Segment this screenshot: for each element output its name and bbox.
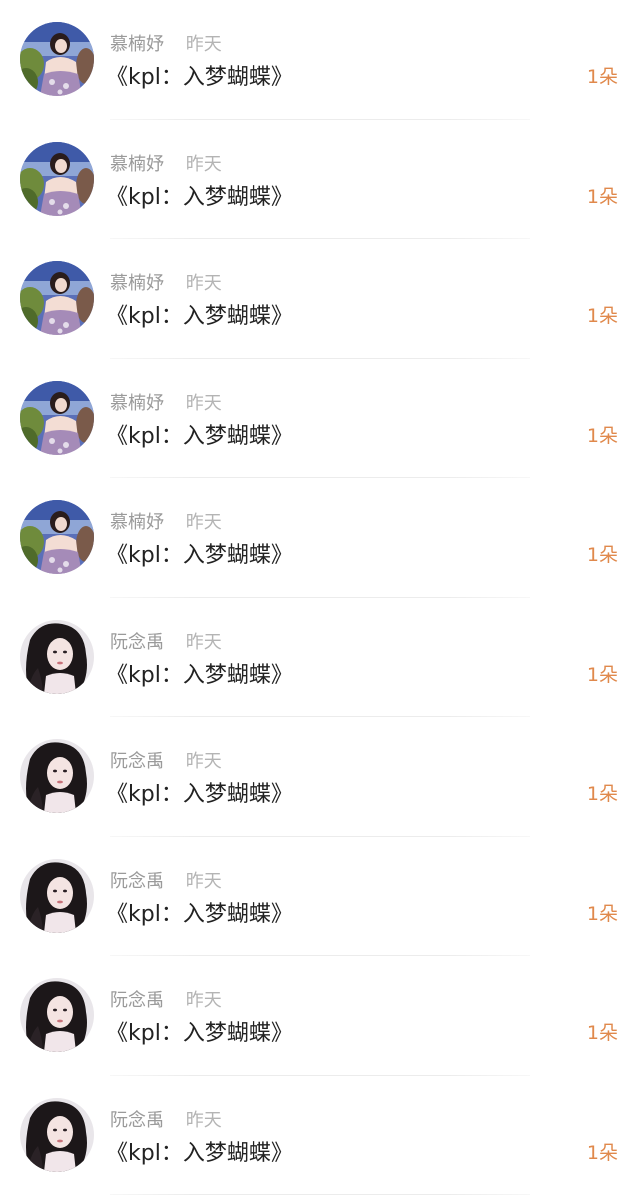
user-name[interactable]: 慕楠妤 [110,393,164,414]
timestamp: 昨天 [186,154,222,175]
gift-count: 1朵 [587,301,618,328]
list-item[interactable]: 阮念禹 昨天 《kpl：入梦蝴蝶》 1朵 [0,837,640,957]
list-item[interactable]: 阮念禹 昨天 《kpl：入梦蝴蝶》 1朵 [0,717,640,837]
user-name[interactable]: 阮念禹 [110,632,164,653]
meta-line: 慕楠妤 昨天 [110,30,222,56]
avatar[interactable] [20,978,94,1052]
gift-record-list: 慕楠妤 昨天 《kpl：入梦蝴蝶》 1朵 慕楠妤 昨天 《kpl：入梦蝴蝶》 1… [0,0,640,1177]
user-name[interactable]: 阮念禹 [110,871,164,892]
timestamp: 昨天 [186,512,222,533]
meta-line: 慕楠妤 昨天 [110,150,222,176]
timestamp: 昨天 [186,990,222,1011]
list-item[interactable]: 阮念禹 昨天 《kpl：入梦蝴蝶》 1朵 [0,956,640,1076]
avatar[interactable] [20,1098,94,1172]
gift-count: 1朵 [587,182,618,209]
book-title[interactable]: 《kpl：入梦蝴蝶》 [106,896,293,928]
book-title[interactable]: 《kpl：入梦蝴蝶》 [106,59,293,91]
gift-count: 1朵 [587,779,618,806]
gift-count: 1朵 [587,540,618,567]
book-title[interactable]: 《kpl：入梦蝴蝶》 [106,298,293,330]
user-name[interactable]: 慕楠妤 [110,154,164,175]
timestamp: 昨天 [186,632,222,653]
timestamp: 昨天 [186,393,222,414]
avatar[interactable] [20,620,94,694]
timestamp: 昨天 [186,273,222,294]
book-title[interactable]: 《kpl：入梦蝴蝶》 [106,657,293,689]
user-name[interactable]: 慕楠妤 [110,34,164,55]
user-name[interactable]: 阮念禹 [110,990,164,1011]
meta-line: 慕楠妤 昨天 [110,389,222,415]
list-item[interactable]: 慕楠妤 昨天 《kpl：入梦蝴蝶》 1朵 [0,120,640,240]
gift-count: 1朵 [587,62,618,89]
meta-line: 阮念禹 昨天 [110,986,222,1012]
user-name[interactable]: 慕楠妤 [110,273,164,294]
list-item[interactable]: 阮念禹 昨天 《kpl：入梦蝴蝶》 1朵 [0,1076,640,1195]
book-title[interactable]: 《kpl：入梦蝴蝶》 [106,1015,293,1047]
timestamp: 昨天 [186,34,222,55]
gift-count: 1朵 [587,1018,618,1045]
book-title[interactable]: 《kpl：入梦蝴蝶》 [106,776,293,808]
book-title[interactable]: 《kpl：入梦蝴蝶》 [106,179,293,211]
user-name[interactable]: 慕楠妤 [110,512,164,533]
user-name[interactable]: 阮念禹 [110,751,164,772]
avatar[interactable] [20,142,94,216]
avatar[interactable] [20,22,94,96]
list-item[interactable]: 慕楠妤 昨天 《kpl：入梦蝴蝶》 1朵 [0,359,640,479]
list-item[interactable]: 阮念禹 昨天 《kpl：入梦蝴蝶》 1朵 [0,598,640,718]
timestamp: 昨天 [186,751,222,772]
gift-count: 1朵 [587,1138,618,1165]
meta-line: 阮念禹 昨天 [110,1106,222,1132]
meta-line: 阮念禹 昨天 [110,628,222,654]
list-item[interactable]: 慕楠妤 昨天 《kpl：入梦蝴蝶》 1朵 [0,478,640,598]
gift-count: 1朵 [587,660,618,687]
avatar[interactable] [20,859,94,933]
meta-line: 慕楠妤 昨天 [110,269,222,295]
user-name[interactable]: 阮念禹 [110,1110,164,1131]
timestamp: 昨天 [186,871,222,892]
meta-line: 阮念禹 昨天 [110,747,222,773]
avatar[interactable] [20,739,94,813]
avatar[interactable] [20,381,94,455]
book-title[interactable]: 《kpl：入梦蝴蝶》 [106,537,293,569]
gift-count: 1朵 [587,421,618,448]
list-item[interactable]: 慕楠妤 昨天 《kpl：入梦蝴蝶》 1朵 [0,239,640,359]
book-title[interactable]: 《kpl：入梦蝴蝶》 [106,1135,293,1167]
meta-line: 阮念禹 昨天 [110,867,222,893]
book-title[interactable]: 《kpl：入梦蝴蝶》 [106,418,293,450]
gift-count: 1朵 [587,899,618,926]
avatar[interactable] [20,261,94,335]
timestamp: 昨天 [186,1110,222,1131]
avatar[interactable] [20,500,94,574]
list-item[interactable]: 慕楠妤 昨天 《kpl：入梦蝴蝶》 1朵 [0,0,640,120]
meta-line: 慕楠妤 昨天 [110,508,222,534]
